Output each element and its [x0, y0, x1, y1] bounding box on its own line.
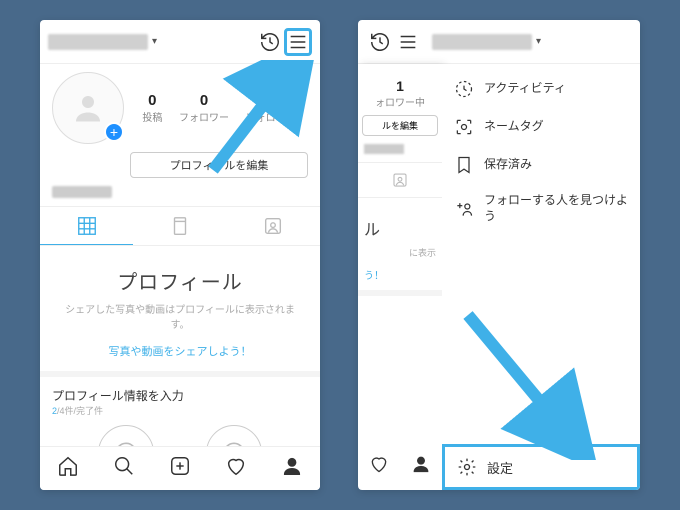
menu-item-nametag[interactable]: ネームタグ	[442, 108, 640, 146]
menu-item-discover[interactable]: フォローする人を見つけよう	[442, 184, 640, 233]
bottom-nav	[358, 446, 442, 486]
stat-posts[interactable]: 0 投稿	[142, 92, 162, 124]
menu-item-label: 保存済み	[484, 157, 532, 173]
phone-screen-menu: ▾ 1 ォロワー中 ルを編集 ル に表示 う！ アクティビティ	[358, 20, 640, 490]
activity-history-icon[interactable]	[366, 28, 394, 56]
hamburger-menu-icon[interactable]	[284, 28, 312, 56]
profile-stats: 0 投稿 0 フォロワー 0 フォロー中	[130, 92, 308, 124]
empty-state: プロフィール シェアした写真や動画はプロフィールに表示されます。 写真や動画をシ…	[40, 246, 320, 371]
bookmark-icon	[454, 155, 474, 175]
nav-home-icon[interactable]	[57, 455, 79, 482]
menu-item-settings[interactable]: 設定	[442, 444, 640, 490]
tab-tagged[interactable]	[358, 162, 442, 198]
profile-tabs	[40, 206, 320, 246]
nametag-icon	[454, 117, 474, 137]
empty-subtitle: に表示	[364, 246, 436, 259]
add-person-icon	[454, 199, 474, 219]
nav-profile-icon[interactable]	[281, 455, 303, 482]
username-dropdown[interactable]	[432, 34, 532, 50]
peek-stat-label: ォロワー中	[358, 94, 442, 109]
activity-history-icon[interactable]	[256, 28, 284, 56]
menu-item-activity[interactable]: アクティビティ	[442, 70, 640, 108]
menu-item-label: 設定	[487, 458, 513, 477]
username-dropdown[interactable]	[48, 34, 148, 50]
info-section-progress: 2/4件/完了件	[52, 404, 308, 417]
menu-item-saved[interactable]: 保存済み	[442, 146, 640, 184]
empty-title: プロフィール	[56, 266, 304, 295]
activity-icon	[454, 79, 474, 99]
add-story-badge[interactable]: +	[104, 122, 124, 142]
nav-profile-icon[interactable]	[411, 454, 431, 479]
info-section-title: プロフィール情報を入力	[52, 387, 308, 404]
display-name	[364, 144, 404, 154]
empty-title: ル	[364, 216, 442, 240]
stat-following[interactable]: 0 フォロー中	[246, 92, 296, 124]
nav-activity-icon[interactable]	[369, 454, 389, 479]
menu-item-label: アクティビティ	[484, 81, 566, 97]
display-name	[52, 186, 112, 198]
side-menu: アクティビティ ネームタグ 保存済み フォローする人を見つけよう 設定	[442, 64, 640, 490]
hamburger-menu-icon[interactable]	[394, 28, 422, 56]
nav-new-post-icon[interactable]	[169, 455, 191, 482]
stat-followers[interactable]: 0 フォロワー	[179, 92, 229, 124]
chevron-down-icon: ▾	[152, 36, 157, 47]
tab-tagged[interactable]	[227, 207, 320, 245]
person-icon	[70, 90, 106, 126]
menu-item-label: フォローする人を見つけよう	[484, 193, 628, 224]
avatar[interactable]: +	[52, 72, 124, 144]
tab-feed[interactable]	[133, 207, 226, 245]
bottom-nav	[40, 446, 320, 490]
tab-grid[interactable]	[40, 207, 133, 245]
edit-profile-button[interactable]: ルを編集	[362, 115, 438, 136]
topbar: ▾	[40, 20, 320, 64]
profile-peek: 1 ォロワー中 ルを編集 ル に表示 う！	[358, 64, 442, 490]
peek-stat-number: 1	[358, 78, 442, 94]
profile-header: + 0 投稿 0 フォロワー 0 フォロー中	[40, 64, 320, 148]
empty-subtitle: シェアした写真や動画はプロフィールに表示されます。	[56, 303, 304, 333]
gear-icon	[457, 457, 477, 477]
nav-activity-icon[interactable]	[225, 455, 247, 482]
phone-screen-profile: ▾ + 0 投稿 0 フォロワー 0 フォロー中	[40, 20, 320, 490]
empty-cta-link[interactable]: う！	[364, 267, 436, 282]
nav-search-icon[interactable]	[113, 455, 135, 482]
menu-item-label: ネームタグ	[484, 119, 544, 135]
edit-profile-button[interactable]: プロフィールを編集	[130, 152, 308, 178]
chevron-down-icon: ▾	[536, 36, 541, 47]
topbar: ▾	[358, 20, 640, 64]
empty-cta-link[interactable]: 写真や動画をシェアしよう！	[56, 343, 304, 359]
